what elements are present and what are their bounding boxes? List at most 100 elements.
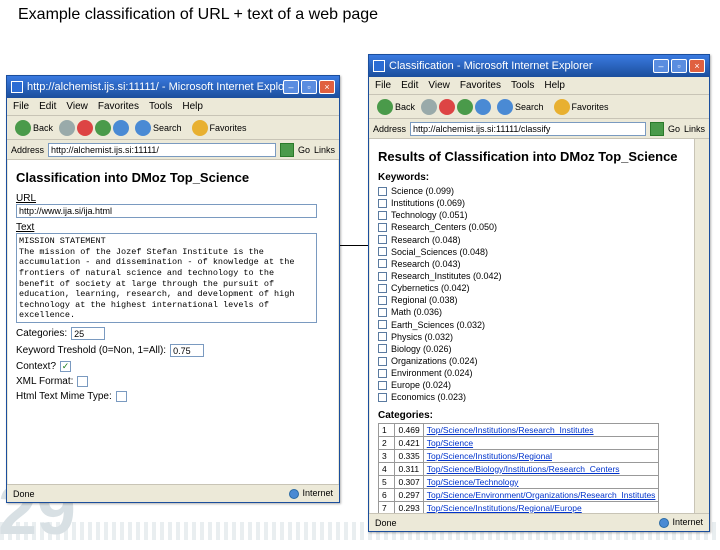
context-checkbox[interactable]: ✓	[60, 361, 71, 372]
keyword-text: Economics (0.023)	[391, 391, 466, 403]
back-button[interactable]: Back	[373, 98, 419, 116]
go-button[interactable]	[280, 143, 294, 157]
table-row: 30.335Top/Science/Institutions/Regional	[379, 449, 659, 462]
row-number: 5	[379, 475, 395, 488]
close-button[interactable]: ×	[319, 80, 335, 94]
keywords-heading: Keywords:	[378, 172, 700, 183]
vertical-scrollbar[interactable]	[694, 139, 708, 513]
home-icon[interactable]	[475, 99, 491, 115]
table-row: 20.421Top/Science	[379, 436, 659, 449]
maximize-button[interactable]: ▫	[301, 80, 317, 94]
forward-icon[interactable]	[59, 120, 75, 136]
ie-icon	[373, 60, 385, 72]
menu-favorites[interactable]: Favorites	[98, 101, 139, 112]
menu-tools[interactable]: Tools	[149, 101, 172, 112]
keyword-checkbox[interactable]	[378, 344, 387, 353]
minimize-button[interactable]: –	[653, 59, 669, 73]
refresh-icon[interactable]	[457, 99, 473, 115]
keyword-text: Biology (0.026)	[391, 343, 452, 355]
links-label[interactable]: Links	[684, 124, 705, 134]
back-button[interactable]: Back	[11, 119, 57, 137]
search-button[interactable]: Search	[131, 119, 186, 137]
keyword-text: Technology (0.051)	[391, 209, 468, 221]
keyword-checkbox[interactable]	[378, 393, 387, 402]
xml-format-checkbox[interactable]	[77, 376, 88, 387]
category-link[interactable]: Top/Science/Technology	[427, 477, 519, 487]
category-link[interactable]: Top/Science/Institutions/Research_Instit…	[427, 425, 594, 435]
links-label[interactable]: Links	[314, 145, 335, 155]
titlebar[interactable]: http://alchemist.ijs.si:11111/ - Microso…	[7, 76, 339, 98]
maximize-button[interactable]: ▫	[671, 59, 687, 73]
keyword-checkbox[interactable]	[378, 320, 387, 329]
keyword-checkbox[interactable]	[378, 296, 387, 305]
close-button[interactable]: ×	[689, 59, 705, 73]
slide-title: Example classification of URL + text of …	[18, 6, 378, 24]
favorites-button[interactable]: Favorites	[550, 98, 613, 116]
keyword-checkbox[interactable]	[378, 187, 387, 196]
keyword-checkbox[interactable]	[378, 223, 387, 232]
category-link[interactable]: Top/Science/Biology/Institutions/Researc…	[427, 464, 620, 474]
refresh-icon[interactable]	[95, 120, 111, 136]
keyword-item: Science (0.099)	[378, 185, 700, 197]
favorites-button[interactable]: Favorites	[188, 119, 251, 137]
keyword-checkbox[interactable]	[378, 199, 387, 208]
address-input[interactable]	[48, 143, 276, 157]
keyword-item: Regional (0.038)	[378, 294, 700, 306]
keyword-checkbox[interactable]	[378, 259, 387, 268]
category-link[interactable]: Top/Science/Institutions/Regional	[427, 451, 552, 461]
menu-tools[interactable]: Tools	[511, 80, 534, 91]
keyword-checkbox[interactable]	[378, 308, 387, 317]
minimize-button[interactable]: –	[283, 80, 299, 94]
html-mime-checkbox[interactable]	[116, 391, 127, 402]
categories-input[interactable]	[71, 327, 105, 340]
stop-icon[interactable]	[439, 99, 455, 115]
keyword-item: Math (0.036)	[378, 306, 700, 318]
titlebar[interactable]: Classification - Microsoft Internet Expl…	[369, 55, 709, 77]
keyword-checkbox[interactable]	[378, 284, 387, 293]
menu-edit[interactable]: Edit	[39, 101, 56, 112]
keyword-checkbox[interactable]	[378, 357, 387, 366]
categories-heading: Categories:	[378, 410, 700, 421]
url-input[interactable]	[16, 204, 317, 218]
stop-icon[interactable]	[77, 120, 93, 136]
keyword-text: Environment (0.024)	[391, 367, 473, 379]
menu-help[interactable]: Help	[182, 101, 203, 112]
category-link[interactable]: Top/Science/Environment/Organizations/Re…	[427, 490, 656, 500]
keyword-checkbox[interactable]	[378, 381, 387, 390]
keyword-checkbox[interactable]	[378, 369, 387, 378]
window-title: http://alchemist.ijs.si:11111/ - Microso…	[27, 81, 283, 93]
page-heading: Classification into DMoz Top_Science	[16, 170, 330, 185]
menu-view[interactable]: View	[428, 80, 450, 91]
keyword-checkbox[interactable]	[378, 247, 387, 256]
menu-view[interactable]: View	[66, 101, 88, 112]
xml-format-label: XML Format:	[16, 376, 73, 387]
keyword-checkbox[interactable]	[378, 272, 387, 281]
menu-favorites[interactable]: Favorites	[460, 80, 501, 91]
home-icon[interactable]	[113, 120, 129, 136]
category-link[interactable]: Top/Science	[427, 438, 473, 448]
forward-icon[interactable]	[421, 99, 437, 115]
keyword-text: Institutions (0.069)	[391, 197, 465, 209]
threshold-input[interactable]	[170, 344, 204, 357]
row-score: 0.421	[395, 436, 423, 449]
keyword-item: Economics (0.023)	[378, 391, 700, 403]
menu-help[interactable]: Help	[544, 80, 565, 91]
menu-file[interactable]: File	[375, 80, 391, 91]
category-link[interactable]: Top/Science/Institutions/Regional/Europe	[427, 503, 582, 513]
keyword-checkbox[interactable]	[378, 211, 387, 220]
keyword-item: Earth_Sciences (0.032)	[378, 319, 700, 331]
search-button[interactable]: Search	[493, 98, 548, 116]
menu-edit[interactable]: Edit	[401, 80, 418, 91]
keyword-text: Cybernetics (0.042)	[391, 282, 470, 294]
address-input[interactable]	[410, 122, 646, 136]
menu-file[interactable]: File	[13, 101, 29, 112]
statusbar: Done Internet	[369, 513, 709, 531]
keyword-checkbox[interactable]	[378, 235, 387, 244]
keyword-item: Organizations (0.024)	[378, 355, 700, 367]
text-textarea[interactable]: MISSION STATEMENT The mission of the Joz…	[16, 233, 317, 323]
page-content: Results of Classification into DMoz Top_…	[370, 139, 708, 513]
go-button[interactable]	[650, 122, 664, 136]
search-icon	[497, 99, 513, 115]
keyword-checkbox[interactable]	[378, 332, 387, 341]
toolbar: Back Search Favorites	[369, 95, 709, 119]
